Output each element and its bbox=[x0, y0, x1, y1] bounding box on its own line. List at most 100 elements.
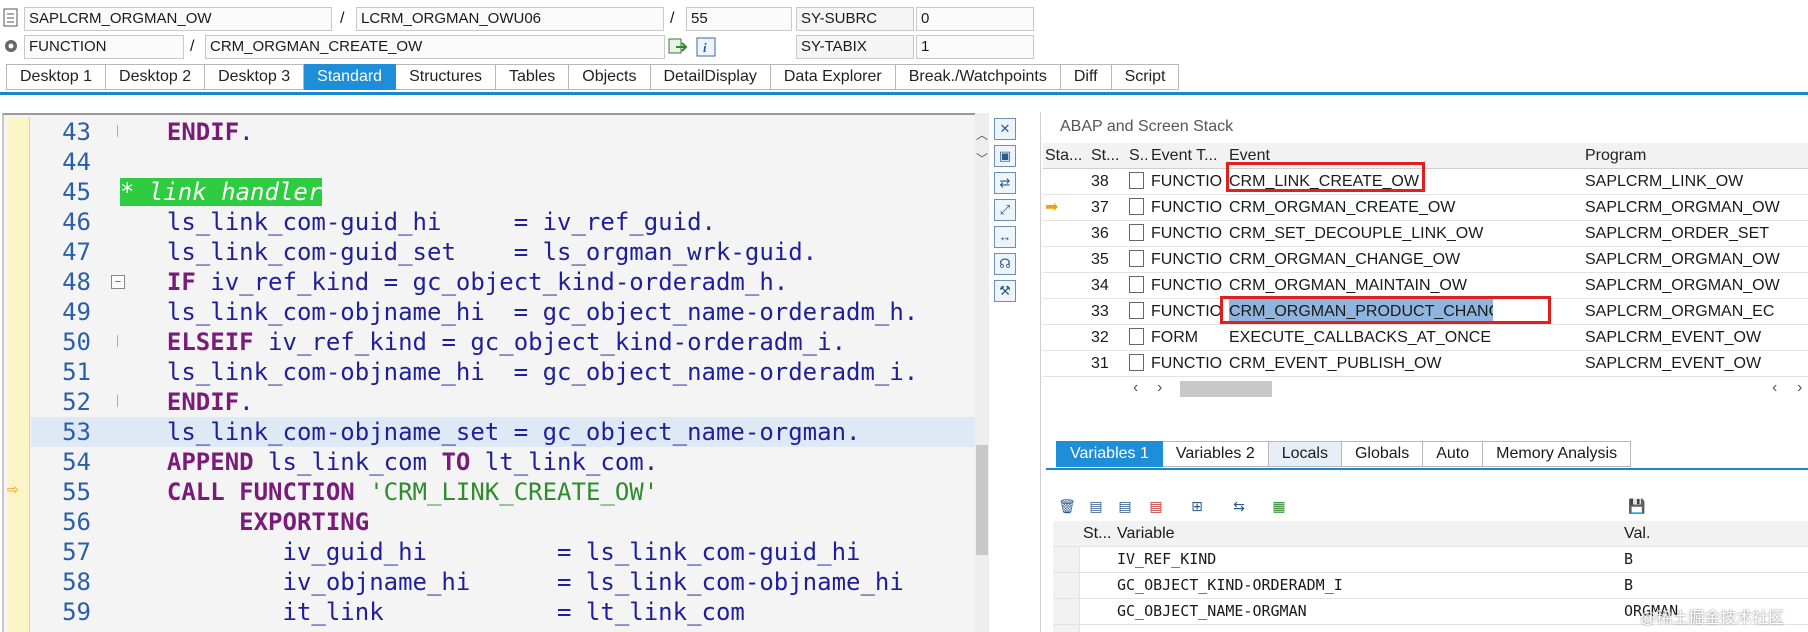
headset-icon[interactable]: ☊ bbox=[994, 253, 1016, 275]
import-icon[interactable]: ▤ bbox=[1085, 496, 1107, 516]
stack-row[interactable]: 38FUNCTIO...CRM_LINK_CREATE_OWSAPLCRM_LI… bbox=[1043, 169, 1808, 195]
scroll-right-icon-2[interactable]: › bbox=[1797, 379, 1802, 397]
code-line[interactable]: 56 EXPORTING bbox=[31, 507, 979, 537]
stack-step-cell: 37 bbox=[1091, 199, 1109, 216]
stack-row[interactable]: 35 FUNCTIO... CRM_ORGMAN_CHANGE_OW SAPLCRM_… bbox=[1043, 247, 1808, 273]
col-s[interactable]: S... bbox=[1129, 143, 1147, 168]
code-line[interactable]: 53 ls_link_com-objname_set = gc_object_n… bbox=[31, 417, 979, 447]
export-excel-icon[interactable]: ▦ bbox=[1268, 496, 1290, 516]
scroll-left-icon-2[interactable]: ‹ bbox=[1772, 379, 1777, 397]
editor-scroll-thumb[interactable] bbox=[976, 445, 988, 555]
scroll-left-icon[interactable]: ‹ bbox=[1133, 379, 1138, 397]
stack-event-type-cell: FUNCTIO... bbox=[1151, 355, 1223, 372]
delete-row-icon[interactable]: ▤ bbox=[1145, 496, 1167, 516]
stack-hscroll-thumb[interactable] bbox=[1180, 381, 1272, 397]
col-program[interactable]: Program bbox=[1585, 143, 1808, 168]
code-line[interactable]: 55 CALL FUNCTION 'CRM_LINK_CREATE_OW' bbox=[31, 477, 979, 507]
tab-desktop-3[interactable]: Desktop 3 bbox=[205, 64, 305, 90]
stack-s-cell bbox=[1129, 221, 1147, 246]
code-line[interactable]: 45 * link handler bbox=[31, 177, 979, 207]
variable-name-cell[interactable]: GC_OBJECT_KIND-ORDERADM_I bbox=[1117, 573, 1622, 598]
scroll-down-icon[interactable]: ﹀ bbox=[976, 150, 988, 167]
code-line[interactable]: 58 iv_objname_hi = ls_link_com-objname_h… bbox=[31, 567, 979, 597]
maximize-icon[interactable]: ⤢ bbox=[994, 199, 1016, 221]
code-text: ENDIF. bbox=[138, 117, 254, 147]
code-line[interactable]: 49 ls_link_com-objname_hi = gc_object_na… bbox=[31, 297, 979, 327]
col-step[interactable]: St... bbox=[1091, 143, 1125, 168]
col-status[interactable]: Sta... bbox=[1045, 143, 1087, 168]
include-field[interactable]: LCRM_ORGMAN_OWU06 bbox=[356, 7, 664, 31]
line-number: 56 bbox=[62, 508, 91, 536]
close-icon[interactable]: ✕ bbox=[994, 118, 1016, 140]
tab-locals[interactable]: Locals bbox=[1268, 441, 1342, 467]
save-icon[interactable]: 💾 bbox=[1626, 496, 1648, 516]
code-line[interactable]: 44 bbox=[31, 147, 979, 177]
watermark: @稀土掘金技术社区 bbox=[1640, 610, 1785, 627]
swap-icon[interactable]: ⇄ bbox=[994, 172, 1016, 194]
tab-objects[interactable]: Objects bbox=[569, 64, 651, 90]
code-line[interactable]: 57 iv_guid_hi = ls_link_com-guid_hi bbox=[31, 537, 979, 567]
transfer-icon[interactable]: ⇆ bbox=[1228, 496, 1250, 516]
stack-row[interactable]: 31 FUNCTIO... CRM_EVENT_PUBLISH_OW SAPLCRM_… bbox=[1043, 351, 1808, 377]
variable-row[interactable]: GC_OBJECT_KIND-ORDERADM_I B bbox=[1053, 573, 1808, 599]
variable-name-cell[interactable]: GC_OBJECT_NAME-ORGMAN bbox=[1117, 599, 1622, 624]
tab-diff[interactable]: Diff bbox=[1060, 64, 1112, 90]
code-line[interactable]: 48 IF iv_ref_kind = gc_object_kind-order… bbox=[31, 267, 979, 297]
code-area[interactable]: 43 ENDIF. 44 45 * link handler 46 ls_link_co… bbox=[31, 117, 979, 632]
tab-standard[interactable]: Standard bbox=[304, 64, 397, 90]
source-editor[interactable]: 43 ENDIF. 44 45 * link handler 46 ls_link_co… bbox=[2, 113, 979, 632]
resize-horizontal-icon[interactable]: ↔ bbox=[994, 226, 1016, 248]
code-fragment: it_link = lt_link_com bbox=[138, 598, 745, 626]
stack-row[interactable]: ➡ 37 FUNCTIO... CRM_ORGMAN_CREATE_OW SAPLCRM… bbox=[1043, 195, 1808, 221]
navigate-icon[interactable] bbox=[668, 37, 688, 57]
code-line[interactable]: 54 APPEND ls_link_com TO lt_link_com. bbox=[31, 447, 979, 477]
tab-structures[interactable]: Structures bbox=[396, 64, 496, 90]
fold-toggle-icon[interactable]: − bbox=[111, 275, 125, 289]
code-line[interactable]: 47 ls_link_com-guid_set = ls_orgman_wrk-… bbox=[31, 237, 979, 267]
program-field[interactable]: SAPLCRM_ORGMAN_OW bbox=[24, 7, 332, 31]
kind-field[interactable]: FUNCTION bbox=[24, 35, 184, 59]
string-literal: 'CRM_LINK_CREATE_OW' bbox=[354, 478, 659, 506]
code-line[interactable]: 50 ELSEIF iv_ref_kind = gc_object_kind-o… bbox=[31, 327, 979, 357]
line-number: 51 bbox=[62, 358, 91, 386]
tab-tables[interactable]: Tables bbox=[496, 64, 570, 90]
tab-memory-analysis[interactable]: Memory Analysis bbox=[1483, 441, 1632, 467]
new-window-icon[interactable]: ▣ bbox=[994, 145, 1016, 167]
code-line[interactable]: 43 ENDIF. bbox=[31, 117, 979, 147]
code-fragment: ls_link_com-objname_hi = gc_object_name-… bbox=[138, 358, 919, 386]
scroll-up-icon[interactable]: ︿ bbox=[976, 126, 988, 143]
code-line[interactable]: 52 ENDIF. bbox=[31, 387, 979, 417]
line-field[interactable]: 55 bbox=[686, 7, 792, 31]
tools-icon[interactable]: ⚒ bbox=[994, 280, 1016, 302]
tab-breakpoints[interactable]: Break./Watchpoints bbox=[895, 64, 1061, 90]
tab-variables-2[interactable]: Variables 2 bbox=[1162, 441, 1269, 467]
variable-value-cell[interactable]: B bbox=[1624, 547, 1804, 572]
variable-value-cell[interactable]: B bbox=[1624, 573, 1804, 598]
col-value[interactable]: Val. bbox=[1624, 521, 1804, 546]
tab-variables-1[interactable]: Variables 1 bbox=[1056, 441, 1163, 467]
variable-row[interactable]: IV_REF_KIND B bbox=[1053, 547, 1808, 573]
stack-row[interactable]: 32 FORM EXECUTE_CALLBACKS_AT_ONCE SAPLCRM_E… bbox=[1043, 325, 1808, 351]
object-field[interactable]: CRM_ORGMAN_CREATE_OW bbox=[205, 35, 665, 59]
info-icon[interactable]: i bbox=[696, 37, 716, 57]
tab-desktop-2[interactable]: Desktop 2 bbox=[106, 64, 206, 90]
structure-icon[interactable]: ⊞ bbox=[1186, 496, 1208, 516]
tab-desktop-1[interactable]: Desktop 1 bbox=[6, 64, 107, 90]
trash-icon[interactable]: 🗑 bbox=[1056, 496, 1078, 516]
code-line[interactable]: 46 ls_link_com-guid_hi = iv_ref_guid. bbox=[31, 207, 979, 237]
tab-detaildisplay[interactable]: DetailDisplay bbox=[650, 64, 771, 90]
tab-auto[interactable]: Auto bbox=[1423, 441, 1484, 467]
code-line[interactable]: 51 ls_link_com-objname_hi = gc_object_na… bbox=[31, 357, 979, 387]
tab-globals[interactable]: Globals bbox=[1341, 441, 1424, 467]
breakpoint-gutter[interactable] bbox=[8, 117, 30, 632]
variable-name-cell[interactable]: IV_REF_KIND bbox=[1117, 547, 1622, 572]
stack-row[interactable]: 36 FUNCTIO... CRM_SET_DECOUPLE_LINK_OW SAPL… bbox=[1043, 221, 1808, 247]
tab-script[interactable]: Script bbox=[1111, 64, 1180, 90]
code-line[interactable]: 59 it_link = lt_link_com bbox=[31, 597, 979, 627]
scroll-right-icon[interactable]: › bbox=[1157, 379, 1162, 397]
export-icon[interactable]: ▤ bbox=[1114, 496, 1136, 516]
tab-data-explorer[interactable]: Data Explorer bbox=[770, 64, 896, 90]
col-event-type[interactable]: Event T... bbox=[1151, 143, 1223, 168]
col-variable[interactable]: Variable bbox=[1117, 521, 1622, 546]
col-var-status[interactable]: St... bbox=[1083, 521, 1119, 546]
